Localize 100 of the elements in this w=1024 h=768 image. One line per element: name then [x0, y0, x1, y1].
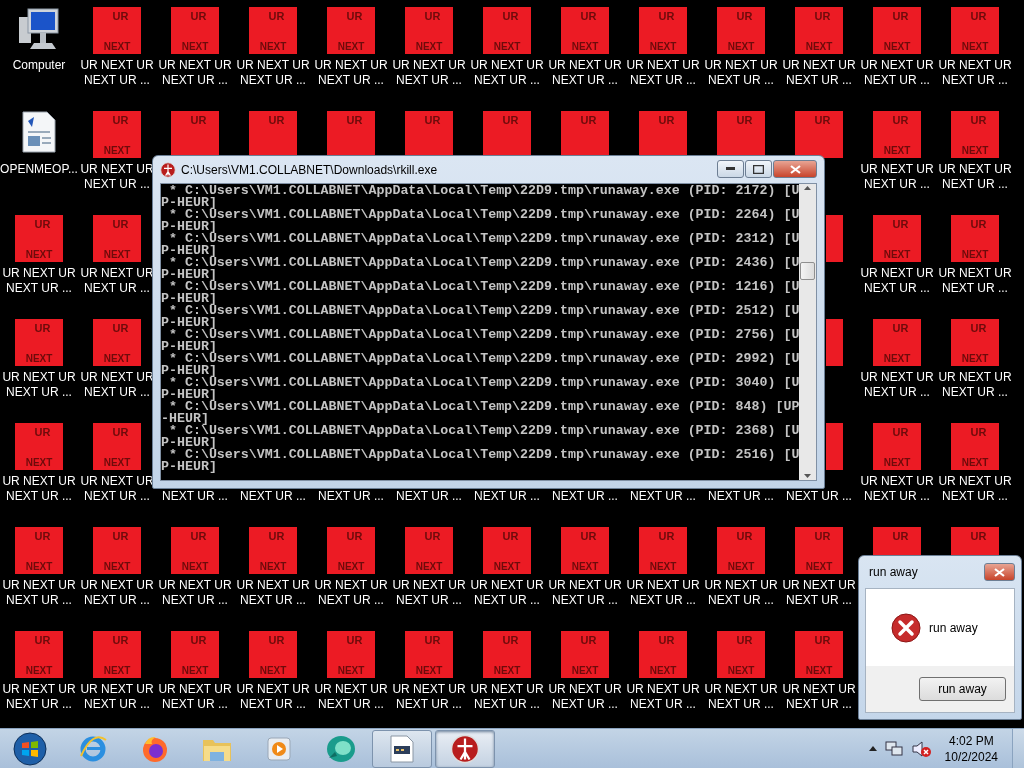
app-icon[interactable]: UR NEXT [717, 631, 765, 678]
app-icon[interactable]: UR [405, 111, 453, 158]
app-icon[interactable]: UR NEXT [873, 319, 921, 366]
app-icon[interactable]: UR NEXT [93, 7, 141, 54]
console-line: * C:\Users\VM1.COLLABNET\AppData\Local\Temp\22D9.tmp\runaway.exe (PID: 2992) [U [168, 353, 799, 365]
icon-label: UR NEXT UR [938, 474, 1012, 489]
app-icon[interactable]: UR NEXT [15, 215, 63, 262]
app-icon[interactable]: UR NEXT [717, 7, 765, 54]
icon-text: UR [502, 10, 519, 22]
icon-label: NEXT UR ... [552, 489, 618, 504]
app-icon[interactable]: UR NEXT [171, 7, 219, 54]
scroll-thumb[interactable] [800, 262, 815, 280]
document-icon[interactable] [22, 111, 56, 153]
app-icon[interactable]: UR NEXT [951, 215, 999, 262]
icon-label: UR NEXT UR [860, 58, 934, 73]
app-icon[interactable]: UR NEXT [15, 631, 63, 678]
icon-label: UR NEXT UR [2, 578, 76, 593]
close-button[interactable] [984, 563, 1015, 581]
show-hidden-icons-icon[interactable] [868, 746, 877, 751]
scroll-down-icon[interactable] [804, 474, 811, 478]
app-icon[interactable]: UR [249, 111, 297, 158]
icon-text: NEXT [337, 41, 365, 52]
app-icon[interactable]: UR [561, 111, 609, 158]
console-line: P-HEUR] [161, 389, 217, 401]
app-icon[interactable]: UR NEXT [795, 527, 843, 574]
app-icon[interactable]: UR NEXT [639, 631, 687, 678]
app-icon[interactable]: UR NEXT [171, 527, 219, 574]
app-icon[interactable]: UR NEXT [93, 423, 141, 470]
app-icon[interactable]: UR NEXT [951, 319, 999, 366]
app-icon[interactable]: UR NEXT [561, 7, 609, 54]
app-icon[interactable]: UR NEXT [93, 631, 141, 678]
app-icon[interactable]: UR NEXT [249, 527, 297, 574]
app-icon[interactable]: UR NEXT [249, 7, 297, 54]
maximize-button[interactable] [745, 160, 772, 178]
icon-label: NEXT UR ... [162, 697, 228, 712]
app-icon[interactable]: UR [717, 111, 765, 158]
app-icon[interactable]: UR NEXT [873, 215, 921, 262]
taskbar-button[interactable] [435, 729, 495, 768]
app-icon[interactable]: UR NEXT [249, 631, 297, 678]
app-icon[interactable]: UR NEXT [795, 7, 843, 54]
app-icon[interactable]: UR [639, 111, 687, 158]
app-icon[interactable]: UR NEXT [873, 111, 921, 158]
minimize-button[interactable] [717, 160, 744, 178]
icon-text: NEXT [961, 145, 989, 156]
app-icon[interactable]: UR [483, 111, 531, 158]
app-icon[interactable]: UR NEXT [951, 111, 999, 158]
icon-text: UR [892, 322, 909, 334]
app-icon[interactable]: UR NEXT [405, 631, 453, 678]
app-icon[interactable]: UR [795, 111, 843, 158]
app-icon[interactable]: UR NEXT [951, 7, 999, 54]
app-icon[interactable]: UR NEXT [483, 7, 531, 54]
app-icon[interactable]: UR NEXT [327, 631, 375, 678]
app-icon[interactable]: UR NEXT [561, 527, 609, 574]
app-icon[interactable]: UR NEXT [15, 423, 63, 470]
app-icon[interactable]: UR NEXT [483, 527, 531, 574]
app-icon[interactable]: UR NEXT [639, 527, 687, 574]
app-icon[interactable]: UR NEXT [873, 423, 921, 470]
app-icon[interactable]: UR NEXT [951, 423, 999, 470]
app-icon[interactable]: UR NEXT [327, 7, 375, 54]
app-icon[interactable]: UR NEXT [405, 7, 453, 54]
console-line: * C:\Users\VM1.COLLABNET\AppData\Local\Temp\22D9.tmp\runaway.exe (PID: 2264) [U [168, 209, 799, 221]
icon-text: UR [112, 10, 129, 22]
app-icon[interactable]: UR NEXT [717, 527, 765, 574]
icon-label: UR NEXT UR [938, 58, 1012, 73]
network-icon[interactable] [884, 740, 903, 757]
icon-label: NEXT UR ... [864, 489, 930, 504]
app-icon[interactable]: UR NEXT [171, 631, 219, 678]
icon-text: NEXT [883, 145, 911, 156]
app-icon[interactable]: UR NEXT [15, 319, 63, 366]
app-icon[interactable]: UR NEXT [405, 527, 453, 574]
app-icon[interactable]: UR NEXT [795, 631, 843, 678]
app-icon[interactable]: UR NEXT [93, 319, 141, 366]
app-icon[interactable]: UR NEXT [327, 527, 375, 574]
app-icon[interactable]: UR NEXT [873, 7, 921, 54]
icon-label: Computer [12, 58, 66, 73]
ok-button[interactable]: run away [919, 677, 1006, 701]
icon-label: UR NEXT UR [626, 682, 700, 697]
taskbar-button[interactable] [372, 729, 432, 768]
computer-icon[interactable] [16, 7, 62, 51]
app-icon[interactable]: UR NEXT [93, 215, 141, 262]
volume-icon[interactable] [910, 739, 931, 758]
clock-time: 4:02 PM [948, 732, 994, 749]
clock[interactable]: 4:02 PM 10/2/2024 [938, 732, 1012, 765]
icon-text: UR [34, 426, 51, 438]
app-icon[interactable]: UR NEXT [93, 527, 141, 574]
app-icon[interactable]: UR NEXT [483, 631, 531, 678]
app-icon[interactable]: UR NEXT [15, 527, 63, 574]
console-line: P-HEUR] [161, 245, 217, 257]
app-icon[interactable]: UR NEXT [561, 631, 609, 678]
icon-text: NEXT [649, 665, 677, 676]
console-line: P-HEUR] [161, 437, 217, 449]
app-icon[interactable]: UR [171, 111, 219, 158]
scrollbar[interactable] [799, 184, 816, 480]
app-icon[interactable]: UR [327, 111, 375, 158]
icon-label: NEXT UR ... [942, 73, 1008, 88]
app-icon[interactable]: UR NEXT [639, 7, 687, 54]
app-icon[interactable]: UR NEXT [93, 111, 141, 158]
scroll-up-icon[interactable] [804, 186, 811, 190]
icon-label: UR NEXT UR [782, 682, 856, 697]
close-button[interactable] [773, 160, 817, 178]
